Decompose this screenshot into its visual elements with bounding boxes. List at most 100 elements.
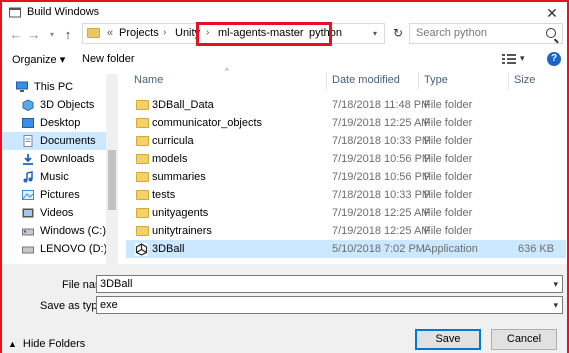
file-type: Application — [424, 243, 478, 255]
search-input[interactable]: Search python — [409, 23, 563, 44]
search-placeholder: Search python — [416, 27, 487, 39]
file-type: File folder — [424, 207, 473, 219]
organize-button[interactable]: Organize ▾ — [12, 53, 65, 66]
sidebar-item-label: Videos — [40, 207, 74, 219]
file-name: communicator_objects — [152, 117, 263, 129]
up-arrow-icon[interactable]: ↑ — [60, 26, 76, 44]
file-row[interactable]: summaries 7/19/2018 10:56 PM File folder — [126, 168, 566, 186]
file-date: 7/19/2018 10:56 PM — [332, 171, 432, 183]
file-row[interactable]: communicator_objects 7/19/2018 12:25 AM … — [126, 114, 566, 132]
sidebar-item-label: Downloads — [40, 153, 95, 165]
help-icon[interactable]: ? — [547, 52, 561, 66]
folder-icon — [87, 28, 100, 38]
file-name: unitytrainers — [152, 225, 212, 237]
view-dropdown-icon[interactable]: ▾ — [520, 53, 525, 64]
drive-icon — [22, 228, 34, 236]
chevron-right-icon[interactable]: › — [163, 27, 166, 38]
file-row-selected[interactable]: 3DBall 5/10/2018 7:02 PM Application 636… — [126, 240, 566, 258]
sidebar-item-documents[interactable]: Documents — [2, 132, 118, 150]
folder-icon — [136, 190, 149, 200]
column-divider[interactable] — [418, 72, 419, 90]
file-date: 7/18/2018 10:33 PM — [332, 189, 432, 201]
file-name: models — [152, 153, 188, 165]
save-button[interactable]: Save — [415, 329, 481, 350]
chevron-up-icon: ▲ — [8, 339, 17, 349]
back-arrow-icon[interactable]: ← — [8, 26, 24, 44]
column-header-name[interactable]: Name — [134, 74, 163, 86]
sidebar-item-pictures[interactable]: Pictures — [2, 186, 118, 204]
file-name-field[interactable]: 3DBall ▾ — [96, 275, 563, 293]
file-list: ^ Name Date modified Type Size 3DBall_Da… — [120, 67, 569, 264]
window-title: Build Windows — [27, 6, 100, 18]
forward-arrow-icon[interactable]: → — [26, 26, 42, 44]
view-options-icon[interactable] — [502, 53, 516, 65]
sidebar-item-lenovo-drive[interactable]: LENOVO (D:) — [2, 240, 118, 258]
file-name: 3DBall_Data — [152, 99, 214, 111]
refresh-icon[interactable]: ↻ — [389, 23, 407, 44]
sidebar-item-label: Pictures — [40, 189, 80, 201]
sidebar-item-label: Documents — [40, 135, 96, 147]
sidebar-scroll-thumb[interactable] — [108, 150, 116, 210]
sidebar-item-windows-drive[interactable]: Windows (C:) — [2, 222, 118, 240]
file-type: File folder — [424, 189, 473, 201]
sidebar-item-music[interactable]: Music — [2, 168, 118, 186]
pictures-icon — [22, 190, 34, 200]
file-date: 7/19/2018 12:25 AM — [332, 225, 431, 237]
file-type: File folder — [424, 153, 473, 165]
column-header-date[interactable]: Date modified — [332, 74, 400, 86]
file-name: curricula — [152, 135, 194, 147]
music-icon — [23, 171, 33, 183]
download-icon — [23, 154, 33, 165]
sidebar-item-label: Desktop — [40, 117, 81, 129]
file-date: 7/19/2018 12:25 AM — [332, 117, 431, 129]
cancel-button[interactable]: Cancel — [491, 329, 557, 350]
file-date: 7/19/2018 12:25 AM — [332, 207, 431, 219]
unity-app-icon — [135, 243, 148, 256]
file-row[interactable]: unitytrainers 7/19/2018 12:25 AM File fo… — [126, 222, 566, 240]
file-name: tests — [152, 189, 176, 201]
save-as-type-select[interactable]: exe ▾ — [96, 296, 563, 314]
recent-locations-icon[interactable]: ▾ — [44, 26, 60, 44]
chevron-down-icon[interactable]: ▾ — [553, 276, 558, 292]
sidebar-item-this-pc[interactable]: This PC — [2, 78, 118, 96]
sidebar-item-label: This PC — [34, 81, 74, 93]
file-row[interactable]: 3DBall_Data 7/18/2018 11:48 PM File fold… — [126, 96, 566, 114]
sidebar-item-videos[interactable]: Videos — [2, 204, 118, 222]
sidebar-item-label: 3D Objects — [40, 99, 95, 111]
column-divider[interactable] — [508, 72, 509, 90]
file-date: 7/18/2018 11:48 PM — [332, 99, 431, 111]
file-size: 636 KB — [518, 243, 555, 255]
hide-folders-label: Hide Folders — [22, 338, 86, 350]
column-header-size[interactable]: Size — [514, 74, 535, 86]
cube-icon — [22, 99, 34, 111]
file-row[interactable]: curricula 7/18/2018 10:33 PM File folder — [126, 132, 566, 150]
documents-icon — [23, 135, 33, 147]
file-type: File folder — [424, 135, 473, 147]
computer-icon — [16, 81, 28, 92]
sidebar-item-3d-objects[interactable]: 3D Objects — [2, 96, 118, 114]
file-type: File folder — [424, 117, 473, 129]
file-name-value: 3DBall — [100, 278, 133, 290]
file-name: summaries — [152, 171, 206, 183]
navigation-pane: This PC 3D Objects Desktop Documents Dow… — [2, 74, 120, 264]
folder-icon — [136, 100, 149, 110]
sidebar-item-downloads[interactable]: Downloads — [2, 150, 118, 168]
breadcrumb-overflow[interactable]: « — [107, 27, 113, 39]
hide-folders-button[interactable]: ▲ Hide Folders — [8, 338, 85, 350]
file-row[interactable]: tests 7/18/2018 10:33 PM File folder — [126, 186, 566, 204]
toolbar: Organize ▾ New folder — [2, 50, 567, 70]
column-header-type[interactable]: Type — [424, 74, 448, 86]
chevron-down-icon[interactable]: ▾ — [553, 297, 558, 313]
folder-icon — [136, 136, 149, 146]
sort-ascending-icon: ^ — [225, 67, 229, 76]
breadcrumb-projects[interactable]: Projects — [119, 27, 159, 39]
address-dropdown-icon[interactable]: ▾ — [373, 29, 377, 38]
file-name: unityagents — [152, 207, 209, 219]
column-divider[interactable] — [326, 72, 327, 90]
new-folder-button[interactable]: New folder — [82, 53, 135, 65]
sidebar-item-desktop[interactable]: Desktop — [2, 114, 118, 132]
file-row[interactable]: models 7/19/2018 10:56 PM File folder — [126, 150, 566, 168]
folder-icon — [136, 172, 149, 182]
file-row[interactable]: unityagents 7/19/2018 12:25 AM File fold… — [126, 204, 566, 222]
close-icon[interactable]: ✕ — [543, 4, 561, 22]
